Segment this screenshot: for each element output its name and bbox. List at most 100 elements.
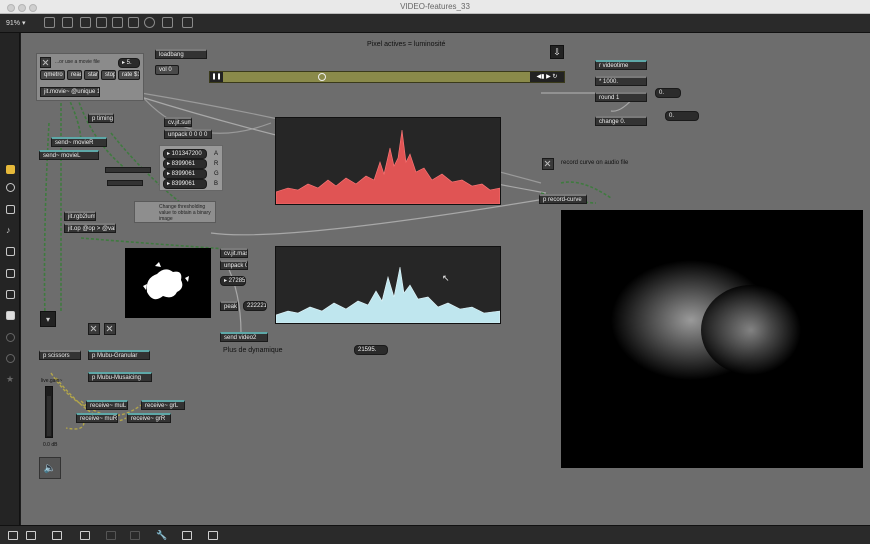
p-timing-object[interactable]: p timing	[88, 113, 114, 123]
grid-icon[interactable]	[106, 531, 116, 540]
playhead-knob[interactable]	[318, 73, 326, 81]
lock-icon[interactable]	[44, 17, 55, 28]
output-number-1[interactable]: 0.	[655, 88, 681, 98]
output-number-2[interactable]: 0.	[665, 111, 699, 121]
value-a[interactable]: ▸ 101347200	[163, 149, 207, 159]
transport-controls[interactable]: ◀▮ ▶ ↻	[530, 72, 564, 82]
cv-jit-sum-object[interactable]: cv.jit.sum	[164, 117, 192, 127]
receive-grL-object[interactable]: receive~ grL	[141, 400, 185, 410]
peak-number[interactable]: 222221	[243, 301, 267, 311]
p-mubu-musaicing-object[interactable]: p Mubu-Musaicing	[88, 372, 152, 382]
debug-icon[interactable]	[182, 17, 193, 28]
loadbang-object[interactable]: loadbang	[155, 49, 207, 59]
paperclip-icon[interactable]	[6, 290, 15, 299]
window-title: VIDEO-features_33	[400, 2, 470, 11]
change-object[interactable]: change 0.	[595, 116, 647, 126]
unpack4-object[interactable]: unpack 0 0 0 0	[164, 129, 212, 139]
mass-curve-display[interactable]: ↖	[275, 246, 501, 324]
vol-message[interactable]: vol 0	[155, 65, 179, 75]
pause-button[interactable]: ❚❚	[210, 72, 223, 82]
unpack0-object[interactable]: unpack 0	[220, 260, 248, 270]
grid-icon[interactable]	[128, 17, 139, 28]
cv-jit-mass-object[interactable]: cv.jit.mass	[220, 248, 248, 258]
image-icon[interactable]	[6, 269, 15, 278]
object-palette-icon[interactable]	[6, 165, 15, 174]
star-icon[interactable]: ★	[6, 375, 15, 384]
film-icon[interactable]	[6, 205, 15, 214]
record-toggle[interactable]	[542, 158, 554, 170]
columns-icon[interactable]	[182, 531, 192, 540]
speaker-icon[interactable]: 🔈	[39, 457, 61, 479]
musaicing-toggle[interactable]	[104, 323, 116, 335]
down-arrow-icon[interactable]: ⇩	[550, 45, 564, 59]
wrench-icon[interactable]: 🔧	[156, 531, 167, 540]
receive-muL-object[interactable]: receive~ muL	[86, 400, 128, 410]
object-box-icon[interactable]	[96, 17, 107, 28]
rate-message[interactable]: rate $1	[118, 70, 140, 80]
plugin-icon[interactable]	[6, 311, 15, 320]
rate-number[interactable]: ▸ 5.	[118, 58, 140, 68]
gain-db-label: 0.0 dB	[43, 442, 58, 448]
layers-icon[interactable]	[80, 531, 90, 540]
zoom-level[interactable]: 91% ▾	[6, 19, 25, 27]
circle-icon[interactable]	[6, 183, 15, 192]
jit-movie-object[interactable]: jit.movie~ @unique 1	[40, 87, 100, 97]
granular-toggle[interactable]	[88, 323, 100, 335]
gain-level-bar	[47, 396, 51, 436]
receive-muR-object[interactable]: receive~ muR	[76, 413, 118, 423]
value-g[interactable]: ▸ 8399061	[163, 169, 207, 179]
send-movieL-object[interactable]: send~ movieL	[39, 150, 99, 160]
split-icon[interactable]	[6, 247, 15, 256]
send-movieR-object[interactable]: send~ movieR	[51, 137, 107, 147]
stop-button[interactable]: stop	[101, 70, 116, 80]
presentation-mode-icon[interactable]	[26, 531, 36, 540]
help-circle-icon[interactable]	[6, 333, 15, 342]
left-sidebar: ♪ ★	[0, 33, 20, 525]
receive-grR-object[interactable]: receive~ grR	[127, 413, 171, 423]
read-button[interactable]: read	[67, 70, 82, 80]
signal-route-object-1[interactable]	[105, 167, 151, 173]
binary-image-preview	[125, 248, 211, 318]
mass-number[interactable]: ▸ 27285	[220, 276, 246, 286]
pin-icon[interactable]	[162, 17, 173, 28]
comment-icon[interactable]	[80, 17, 91, 28]
binary-blob	[143, 262, 189, 300]
message-box-icon[interactable]	[112, 17, 123, 28]
value-b[interactable]: ▸ 8399061	[163, 179, 207, 189]
help-icon[interactable]	[144, 17, 155, 28]
signal-route-object-2[interactable]	[107, 180, 143, 186]
brush-icon[interactable]	[130, 531, 140, 540]
round-object[interactable]: round 1	[595, 92, 647, 102]
p-mubu-granular-object[interactable]: p Mubu-Granular	[88, 350, 150, 360]
jit-op-object[interactable]: jit.op @op > @val 50	[64, 223, 116, 233]
peak-object[interactable]: peak	[220, 301, 238, 311]
open-file-toggle[interactable]	[40, 57, 51, 68]
cyan-waveform	[275, 266, 501, 324]
live-gain-label: live.gain~	[41, 378, 63, 384]
chat-icon[interactable]	[52, 531, 62, 540]
rgb2luma-object[interactable]: jit.rgb2luma	[64, 211, 96, 221]
presentation-icon[interactable]	[62, 17, 73, 28]
p-scissors-object[interactable]: p scissors	[39, 350, 81, 360]
record-icon[interactable]	[6, 354, 15, 363]
send-video2-object[interactable]: send video2	[220, 332, 268, 342]
channel-values-panel: ▸ 101347200 A ▸ 8399061 R ▸ 8399061 G ▸ …	[159, 145, 223, 191]
pixel-title-comment: Pixel actives = luminosité	[367, 41, 446, 48]
mouse-cursor-icon: ↖	[442, 273, 450, 283]
patcher-canvas[interactable]: Pixel actives = luminosité ...or use a m…	[21, 33, 870, 525]
video-preview	[561, 210, 863, 468]
luminosity-curve-display[interactable]	[275, 117, 501, 205]
music-note-icon[interactable]: ♪	[6, 226, 15, 235]
playback-transport[interactable]: ❚❚ ◀▮ ▶ ↻	[209, 71, 565, 83]
lock-icon[interactable]	[8, 531, 18, 540]
download-arrow-icon[interactable]: ▾	[40, 311, 56, 327]
multiply-object[interactable]: * 1000.	[595, 76, 647, 86]
r-videotime-object[interactable]: r videotime	[595, 60, 647, 70]
start-button[interactable]: start	[84, 70, 99, 80]
keyboard-icon[interactable]	[208, 531, 218, 540]
value-r[interactable]: ▸ 8399061	[163, 159, 207, 169]
p-record-curve-object[interactable]: p record-curve	[539, 194, 587, 204]
live-gain-meter[interactable]	[45, 386, 53, 438]
value-number[interactable]: 21595.	[354, 345, 388, 355]
qmetro-button[interactable]: qmetro 2	[40, 70, 65, 80]
